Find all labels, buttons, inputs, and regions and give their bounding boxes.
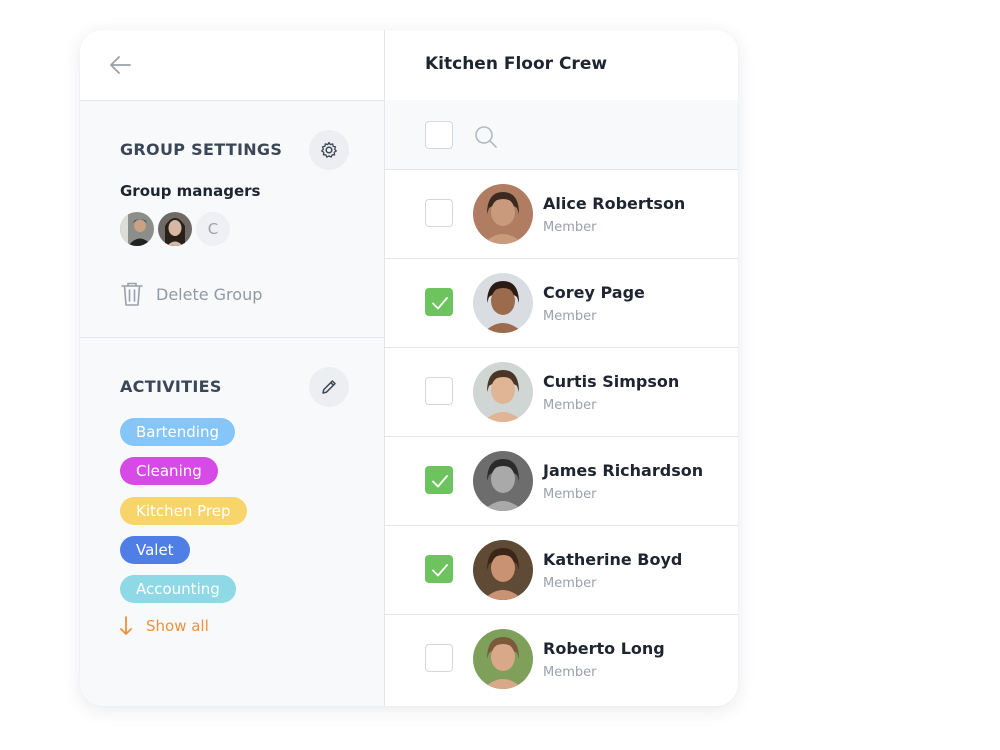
member-row[interactable]: Alice Robertson Member xyxy=(385,169,738,257)
member-row[interactable]: Corey Page Member xyxy=(385,258,738,346)
member-avatar[interactable] xyxy=(473,273,533,333)
member-checkbox[interactable] xyxy=(425,466,453,494)
member-name: Alice Robertson xyxy=(543,194,686,213)
group-settings-panel: GROUP SETTINGS Group managers C Delete G… xyxy=(80,30,384,706)
member-row[interactable]: Curtis Simpson Member xyxy=(385,347,738,435)
member-checkbox[interactable] xyxy=(425,555,453,583)
member-name: Corey Page xyxy=(543,283,645,302)
member-checkbox[interactable] xyxy=(425,199,453,227)
member-name: Katherine Boyd xyxy=(543,550,683,569)
member-role: Member xyxy=(543,487,597,502)
group-settings-title: GROUP SETTINGS xyxy=(120,140,283,159)
delete-group-button[interactable]: Delete Group xyxy=(120,280,262,308)
group-card: GROUP SETTINGS Group managers C Delete G… xyxy=(80,30,738,706)
checkmark-icon xyxy=(432,297,448,310)
member-name: Curtis Simpson xyxy=(543,372,680,391)
divider xyxy=(80,337,384,338)
search-icon[interactable] xyxy=(473,124,499,150)
member-row[interactable]: James Richardson Member xyxy=(385,436,738,524)
member-avatar[interactable] xyxy=(473,540,533,600)
checkmark-icon xyxy=(432,475,448,488)
member-role: Member xyxy=(543,398,597,413)
activity-tag[interactable]: Valet xyxy=(120,536,190,564)
member-checkbox[interactable] xyxy=(425,644,453,672)
trash-icon xyxy=(121,282,143,306)
member-avatar[interactable] xyxy=(473,184,533,244)
manager-avatar-initial[interactable]: C xyxy=(194,210,232,248)
member-toolbar xyxy=(385,100,738,169)
group-managers-label: Group managers xyxy=(120,182,261,200)
member-role: Member xyxy=(543,576,597,591)
member-checkbox[interactable] xyxy=(425,377,453,405)
delete-group-label: Delete Group xyxy=(156,284,263,304)
activity-tag[interactable]: Bartending xyxy=(120,418,235,446)
member-panel: Kitchen Floor Crew Alice Robertson Member… xyxy=(385,30,738,706)
member-name: Roberto Long xyxy=(543,639,665,658)
member-row[interactable]: Roberto Long Member xyxy=(385,614,738,702)
arrow-down-icon xyxy=(120,616,132,635)
activity-tag[interactable]: Kitchen Prep xyxy=(120,497,247,525)
gear-icon xyxy=(321,141,337,158)
member-role: Member xyxy=(543,220,597,235)
show-all-link[interactable]: Show all xyxy=(120,616,209,636)
activity-tag[interactable]: Accounting xyxy=(120,575,236,603)
member-avatar[interactable] xyxy=(473,629,533,689)
manager-avatar[interactable] xyxy=(118,210,156,248)
member-name: James Richardson xyxy=(543,461,704,480)
checkmark-icon xyxy=(432,564,448,577)
back-arrow-icon[interactable] xyxy=(109,55,131,75)
member-avatar[interactable] xyxy=(473,362,533,422)
show-all-label: Show all xyxy=(146,617,209,635)
activity-tag[interactable]: Cleaning xyxy=(120,457,218,485)
manager-avatar[interactable] xyxy=(156,210,194,248)
member-avatar[interactable] xyxy=(473,451,533,511)
member-checkbox[interactable] xyxy=(425,288,453,316)
member-role: Member xyxy=(543,665,597,680)
group-settings-button[interactable] xyxy=(309,130,349,170)
group-title: Kitchen Floor Crew xyxy=(425,54,608,74)
member-role: Member xyxy=(543,309,597,324)
select-all-checkbox[interactable] xyxy=(425,121,453,149)
edit-activities-button[interactable] xyxy=(309,367,349,407)
pencil-icon xyxy=(322,380,336,394)
left-header xyxy=(80,30,384,100)
divider xyxy=(80,100,384,101)
activities-title: ACTIVITIES xyxy=(120,377,222,396)
member-row[interactable]: Katherine Boyd Member xyxy=(385,525,738,613)
